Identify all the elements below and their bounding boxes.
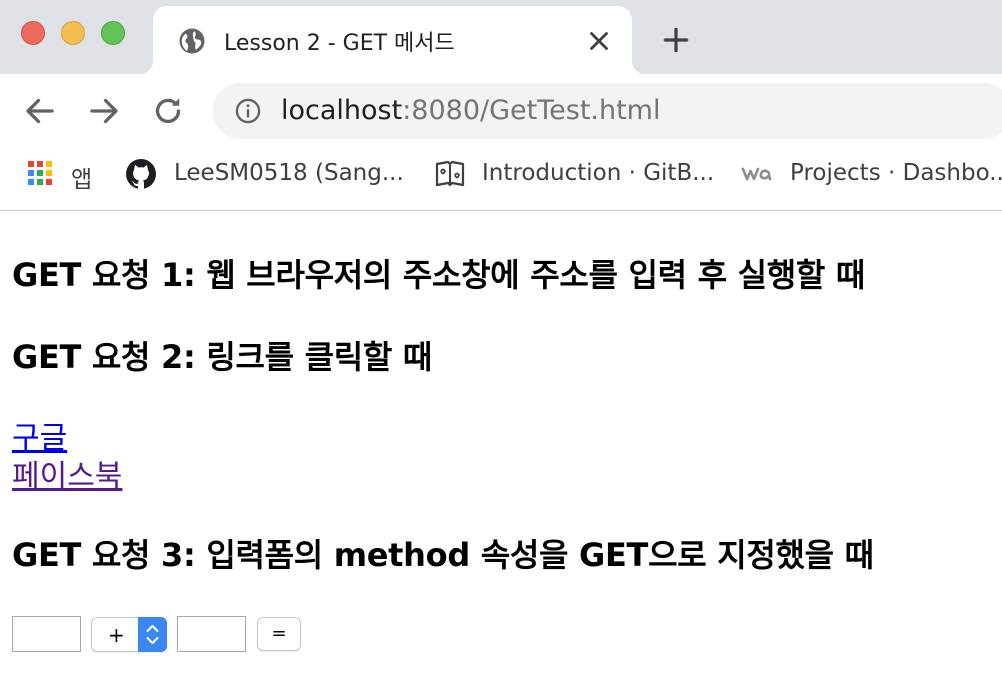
new-tab-icon[interactable] (660, 24, 692, 56)
heading-get-request-3: GET 요청 3: 입력폼의 method 속성을 GET으로 지정했을 때 (12, 536, 874, 574)
zoom-window-button[interactable] (101, 21, 125, 45)
url-path: :8080/GetTest.html (402, 95, 661, 126)
info-icon[interactable] (234, 97, 262, 125)
bookmark-label: Projects · Dashbo... (790, 160, 1002, 186)
address-bar[interactable]: localhost:8080/GetTest.html (212, 83, 1002, 139)
bookmark-label: LeeSM0518 (Sang... (174, 160, 404, 186)
bookmark-label: 앱 (71, 167, 93, 193)
bookmarks-bar: 앱 LeeSM0518 (Sang... Introduction · GitB… (0, 148, 1002, 211)
apps-grid-icon (28, 161, 52, 185)
operand-1-input[interactable] (12, 616, 81, 652)
gitbook-icon (435, 160, 465, 187)
tab-strip: Lesson 2 - GET 메서드 (0, 0, 1002, 74)
select-chevron-icon (138, 617, 167, 652)
wa-logo-icon (741, 167, 772, 181)
operand-2-input[interactable] (177, 616, 246, 652)
heading-get-request-1: GET 요청 1: 웹 브라우저의 주소창에 주소를 입력 후 실행할 때 (12, 256, 866, 294)
browser-toolbar: localhost:8080/GetTest.html (0, 74, 1002, 148)
close-tab-icon[interactable] (584, 26, 614, 56)
tab-title: Lesson 2 - GET 메서드 (224, 31, 455, 56)
equals-submit-button[interactable]: = (257, 617, 301, 651)
github-icon (126, 159, 156, 189)
minimize-window-button[interactable] (61, 21, 85, 45)
active-tab[interactable]: Lesson 2 - GET 메서드 (139, 6, 646, 74)
operator-selected-value: + (108, 623, 125, 647)
heading-get-request-2: GET 요청 2: 링크를 클릭할 때 (12, 338, 432, 376)
reload-icon[interactable] (150, 93, 186, 129)
page-content: GET 요청 1: 웹 브라우저의 주소창에 주소를 입력 후 실행할 때 GE… (0, 212, 1002, 684)
url-host: localhost (281, 95, 403, 126)
url-text[interactable]: localhost:8080/GetTest.html (281, 95, 660, 126)
back-arrow-icon[interactable] (22, 93, 58, 129)
facebook-link[interactable]: 페이스북 (12, 451, 122, 495)
forward-arrow-icon[interactable] (86, 93, 122, 129)
bookmark-label: Introduction · GitB... (482, 160, 715, 186)
operator-select[interactable]: + (91, 617, 167, 652)
globe-icon (179, 28, 205, 54)
close-window-button[interactable] (21, 21, 45, 45)
